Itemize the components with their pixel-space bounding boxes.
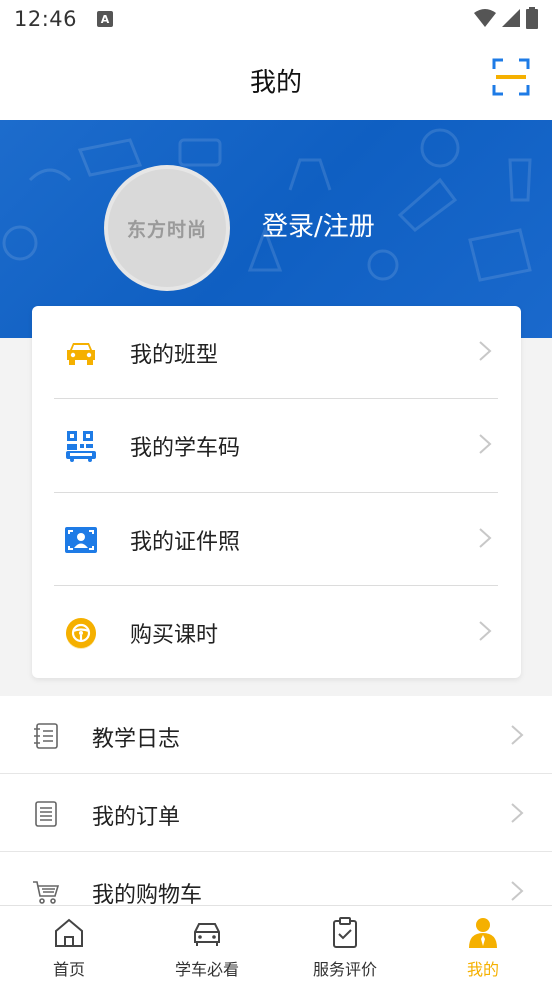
list-item-my-orders[interactable]: 我的订单 — [0, 774, 552, 852]
login-register-link[interactable]: 登录/注册 — [262, 206, 375, 243]
chevron-right-icon — [479, 621, 492, 641]
menu-item-learner-code[interactable]: 我的学车码 — [32, 399, 521, 492]
id-photo-icon — [65, 527, 97, 553]
tab-label: 我的 — [466, 960, 499, 979]
menu-item-class-type[interactable]: 我的班型 — [32, 306, 521, 399]
tab-label: 服务评价 — [312, 960, 377, 979]
list-item-teaching-log[interactable]: 教学日志 — [0, 696, 552, 774]
chevron-right-icon — [511, 881, 524, 901]
car-outline-icon — [194, 923, 220, 946]
status-time: 12:46 — [14, 7, 78, 31]
header: 我的 — [0, 38, 552, 120]
tab-service-rating[interactable]: 服务评价 — [276, 906, 414, 983]
steering-wheel-icon — [66, 618, 96, 649]
notebook-icon — [34, 723, 58, 749]
menu-item-label: 购买课时 — [130, 623, 219, 648]
battery-icon — [526, 7, 538, 29]
qr-code-icon — [66, 431, 96, 462]
notification-icon: A — [97, 11, 114, 27]
tab-home[interactable]: 首页 — [0, 906, 138, 983]
chevron-right-icon — [479, 528, 492, 548]
tab-label: 学车必看 — [174, 960, 239, 979]
order-icon — [35, 801, 57, 827]
cart-icon — [33, 881, 60, 904]
bottom-tab-bar: 首页 学车必看 服务评价 我的 — [0, 905, 552, 983]
chevron-right-icon — [511, 803, 524, 823]
menu-item-id-photo[interactable]: 我的证件照 — [32, 493, 521, 586]
home-icon — [55, 918, 83, 947]
menu-item-label: 我的班型 — [130, 343, 219, 368]
list-item-label: 我的订单 — [92, 805, 181, 830]
tab-label: 首页 — [52, 960, 85, 979]
scan-icon[interactable] — [492, 58, 530, 96]
chevron-right-icon — [479, 434, 492, 454]
status-bar: 12:46 A — [0, 0, 552, 38]
status-indicators — [474, 7, 538, 29]
person-icon — [469, 918, 497, 948]
menu-item-label: 我的学车码 — [130, 436, 241, 461]
clipboard-check-icon — [333, 917, 357, 948]
wifi-icon — [474, 9, 496, 27]
signal-icon — [502, 9, 520, 27]
main-menu-card: 我的班型 我的学车码 我的证件照 购买课时 — [32, 306, 521, 678]
tab-must-read[interactable]: 学车必看 — [138, 906, 276, 983]
avatar-logo-text: 东方时尚 — [126, 218, 207, 241]
tab-mine[interactable]: 我的 — [414, 906, 552, 983]
list-item-label: 教学日志 — [92, 727, 181, 752]
chevron-right-icon — [479, 341, 492, 361]
page-title: 我的 — [249, 68, 302, 98]
car-icon — [67, 343, 95, 365]
menu-item-label: 我的证件照 — [130, 530, 241, 555]
menu-item-buy-hours[interactable]: 购买课时 — [32, 586, 521, 679]
avatar[interactable]: 东方时尚 — [104, 165, 230, 291]
chevron-right-icon — [511, 725, 524, 745]
